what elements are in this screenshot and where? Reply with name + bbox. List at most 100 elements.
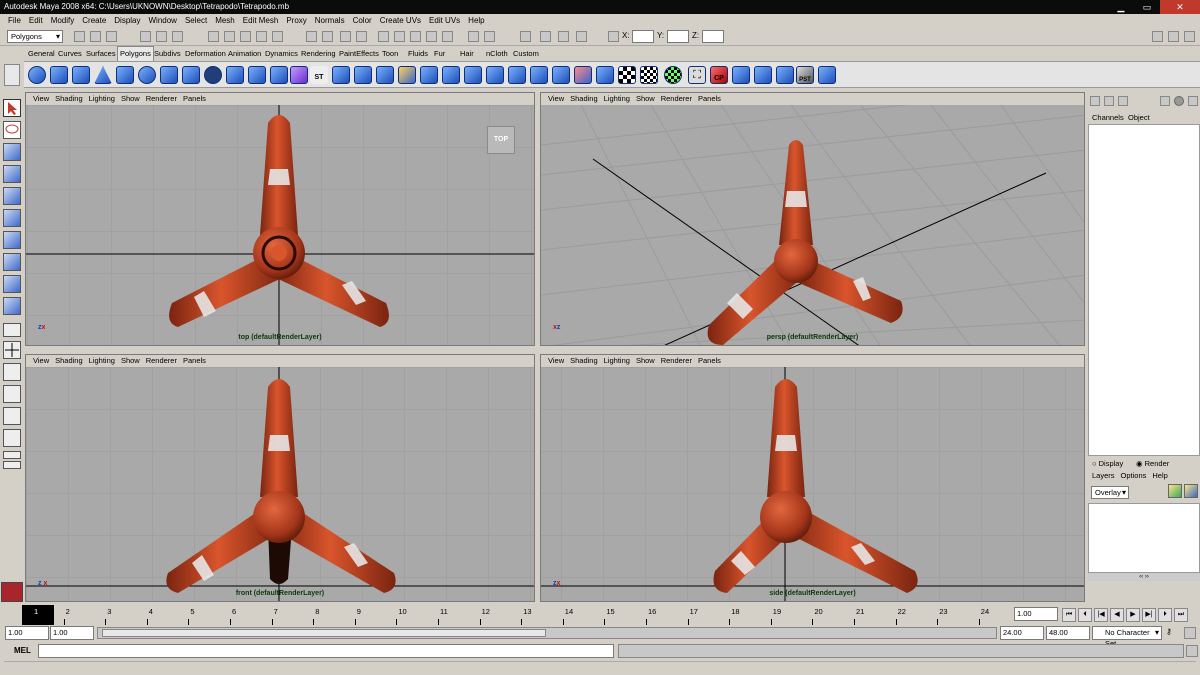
range-end-inner-field[interactable]: 24.00 [1000,626,1044,640]
vp-menu-lighting[interactable]: Lighting [86,93,118,105]
display-icon[interactable] [426,31,437,42]
graph-editor-icon[interactable] [558,31,569,42]
checker-icon[interactable] [618,66,636,84]
rotate-tool-icon[interactable] [3,187,21,205]
menu-normals[interactable]: Normals [311,14,349,27]
current-frame-field[interactable]: 1.00 [1014,607,1058,621]
show-channel-box-icon[interactable] [1184,31,1195,42]
combine-icon[interactable] [226,66,244,84]
vp-menu-shading[interactable]: Shading [52,355,86,367]
new-layer-icon[interactable] [1168,484,1182,498]
shelf-tab-ncloth[interactable]: nCloth [484,48,510,59]
key-icon[interactable]: ⚷ [1166,627,1180,639]
time-slider[interactable]: 1 2 3 4 5 6 7 8 9 10 11 12 13 14 15 16 17 18 19 20 21 22 23 24 … [0,605,1200,625]
outliner-icon[interactable] [540,31,551,42]
select-component-icon[interactable] [172,31,183,42]
cut-uv-icon[interactable] [732,66,750,84]
render-radio[interactable]: ◉ Render [1136,459,1169,468]
menu-window[interactable]: Window [145,14,181,27]
menu-mesh[interactable]: Mesh [211,14,239,27]
shelf-tab-fur[interactable]: Fur [432,48,447,59]
poly-plane-icon[interactable] [116,66,134,84]
vp-menu-view[interactable]: View [545,355,567,367]
open-scene-icon[interactable] [90,31,101,42]
select-hierarchy-icon[interactable] [140,31,151,42]
vp-menu-show[interactable]: Show [118,355,143,367]
menu-create[interactable]: Create [78,14,110,27]
range-start-field[interactable]: 1.00 [5,626,49,640]
select-object-icon[interactable] [156,31,167,42]
poly-torus-icon[interactable] [138,66,156,84]
vp-menu-renderer[interactable]: Renderer [143,355,180,367]
save-scene-icon[interactable] [106,31,117,42]
layer-list-area[interactable] [1088,503,1200,573]
smooth-icon[interactable] [270,66,288,84]
uv-editor-icon[interactable]: ⛶ [688,66,706,84]
shelf-tab-deformation[interactable]: Deformation [183,48,228,59]
extrude-icon[interactable] [332,66,350,84]
minimize-icon[interactable]: ▁ [1108,0,1134,14]
insert-edge-loop-icon[interactable] [420,66,438,84]
snap-curve-icon[interactable] [224,31,235,42]
menu-create-uvs[interactable]: Create UVs [376,14,425,27]
play-forward-icon[interactable]: ▶ [1126,608,1140,622]
script-editor-icon[interactable] [1186,645,1198,657]
vp-menu-panels[interactable]: Panels [180,355,209,367]
viewport-persp[interactable]: View Shading Lighting Show Renderer Pane… [540,92,1085,346]
object-menu[interactable]: Object [1128,112,1150,124]
quadrangulate-icon[interactable] [596,66,614,84]
vp-menu-panels[interactable]: Panels [695,93,724,105]
layout-icon[interactable] [520,31,531,42]
poly-sphere-icon[interactable] [28,66,46,84]
shelf-tab-subdivs[interactable]: Subdivs [152,48,183,59]
delete-edge-icon[interactable] [552,66,570,84]
menu-proxy[interactable]: Proxy [282,14,310,27]
go-to-start-icon[interactable]: ⏮ [1062,608,1076,622]
persp-graph-layout-icon[interactable] [3,385,21,403]
vp-menu-lighting[interactable]: Lighting [601,355,633,367]
transform-mode-icon[interactable] [608,31,619,42]
separate-icon[interactable] [248,66,266,84]
range-bar[interactable] [97,627,997,639]
mode-selector[interactable]: Polygons [7,30,63,43]
light-icon[interactable] [442,31,453,42]
show-attribute-editor-icon[interactable] [1152,31,1163,42]
move-tool-icon[interactable] [3,165,21,183]
menu-help[interactable]: Help [464,14,488,27]
last-tool-icon[interactable] [3,297,21,315]
shelf-tab-fluids[interactable]: Fluids [406,48,430,59]
layout-scroll-down-icon[interactable] [3,461,21,469]
maximize-icon[interactable]: ▭ [1134,0,1160,14]
shelf-tab-curves[interactable]: Curves [56,48,84,59]
shelf-last-icon[interactable] [818,66,836,84]
four-view-layout-icon[interactable] [3,341,21,359]
shelf-tab-general[interactable]: General [26,48,57,59]
vp-menu-lighting[interactable]: Lighting [86,355,118,367]
step-back-icon[interactable]: ⏴ [1078,608,1092,622]
vp-menu-panels[interactable]: Panels [695,355,724,367]
animation-prefs-icon[interactable] [1184,627,1196,639]
ipr-render-icon[interactable] [356,31,367,42]
menu-color[interactable]: Color [349,14,376,27]
shelf-tab-dynamics[interactable]: Dynamics [263,48,300,59]
poly-prism-icon[interactable] [160,66,178,84]
viewport-canvas[interactable]: xz persp (defaultRenderLayer) [541,105,1084,345]
menu-edit[interactable]: Edit [25,14,47,27]
shelf-tab-surfaces[interactable]: Surfaces [84,48,118,59]
vp-menu-panels[interactable]: Panels [180,93,209,105]
range-start-inner-field[interactable]: 1.00 [50,626,94,640]
scale-tool-icon[interactable] [3,209,21,227]
range-end-field[interactable]: 48.00 [1046,626,1090,640]
shelf-tab-custom[interactable]: Custom [511,48,541,59]
triangulate-icon[interactable] [574,66,592,84]
shelf-tab-animation[interactable]: Animation [226,48,263,59]
select-tool-icon[interactable] [3,99,21,117]
menu-edit-uvs[interactable]: Edit UVs [425,14,464,27]
close-icon[interactable]: ✕ [1160,0,1200,14]
extract-icon[interactable] [290,66,308,84]
vp-menu-view[interactable]: View [30,355,52,367]
viewport-top[interactable]: View Shading Lighting Show Renderer Pane… [25,92,535,346]
persp-hypershade-layout-icon[interactable] [3,429,21,447]
layers-menu[interactable]: Layers [1092,471,1115,480]
channel-box-icon[interactable] [1188,96,1198,106]
